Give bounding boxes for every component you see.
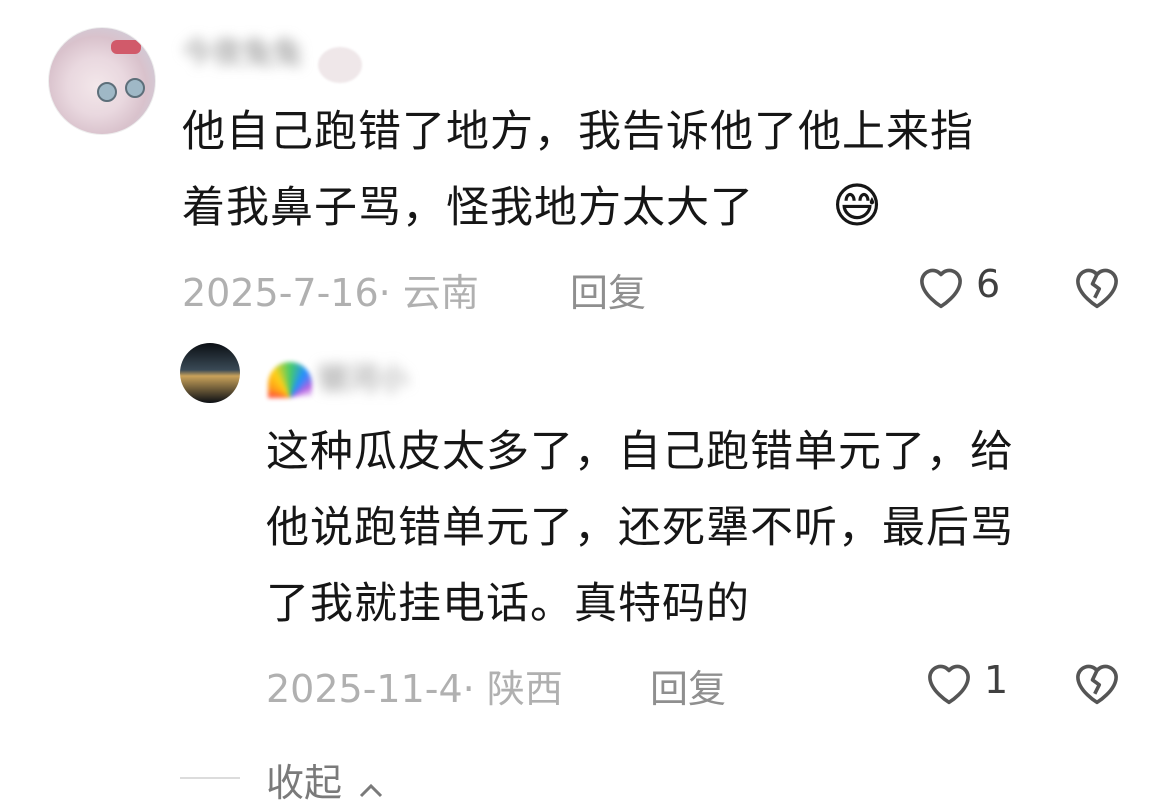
comment-text-line: 他自己跑错了地方，我告诉他了他上来指 <box>182 107 974 157</box>
heart-icon[interactable] <box>914 260 968 314</box>
comment-text-line: 这种瓜皮太多了，自己跑错单元了，给 <box>266 427 1014 477</box>
like-count: 1 <box>984 658 1009 702</box>
avatar-eye <box>97 82 117 102</box>
avatar-eye <box>125 78 145 98</box>
comment-date-location: 2025-7-16· 云南 <box>182 271 479 315</box>
comment-date-location: 2025-11-4· 陕西 <box>266 667 563 711</box>
author-name[interactable]: 今夜兔兔 <box>182 28 302 72</box>
rainbow-emoji-icon <box>268 362 312 398</box>
reply-button[interactable]: 回复 <box>650 658 726 713</box>
heart-icon[interactable] <box>922 656 976 710</box>
comment-text-line: 着我鼻子骂，怪我地方太大了 <box>182 183 754 233</box>
comment-text-line: 了我就挂电话。真特码的 <box>266 579 750 629</box>
avatar[interactable] <box>180 343 240 403</box>
divider <box>180 777 240 779</box>
author-name[interactable]: 银河小 <box>318 354 408 398</box>
grinning-sweat-emoji-icon: 😅 <box>832 178 883 234</box>
collapse-button[interactable]: 收起 <box>266 752 384 808</box>
bow-decoration <box>111 40 141 54</box>
avatar[interactable] <box>48 27 156 135</box>
collapse-label: 收起 <box>266 761 343 805</box>
chevron-up-icon <box>358 764 384 808</box>
reply-button[interactable]: 回复 <box>570 262 646 317</box>
comment-text-line: 他说跑错单元了，还死犟不听，最后骂 <box>266 503 1014 553</box>
broken-heart-icon[interactable] <box>1070 260 1124 314</box>
broken-heart-icon[interactable] <box>1070 656 1124 710</box>
bunny-emoji-icon <box>318 47 362 83</box>
like-count: 6 <box>976 262 1001 306</box>
